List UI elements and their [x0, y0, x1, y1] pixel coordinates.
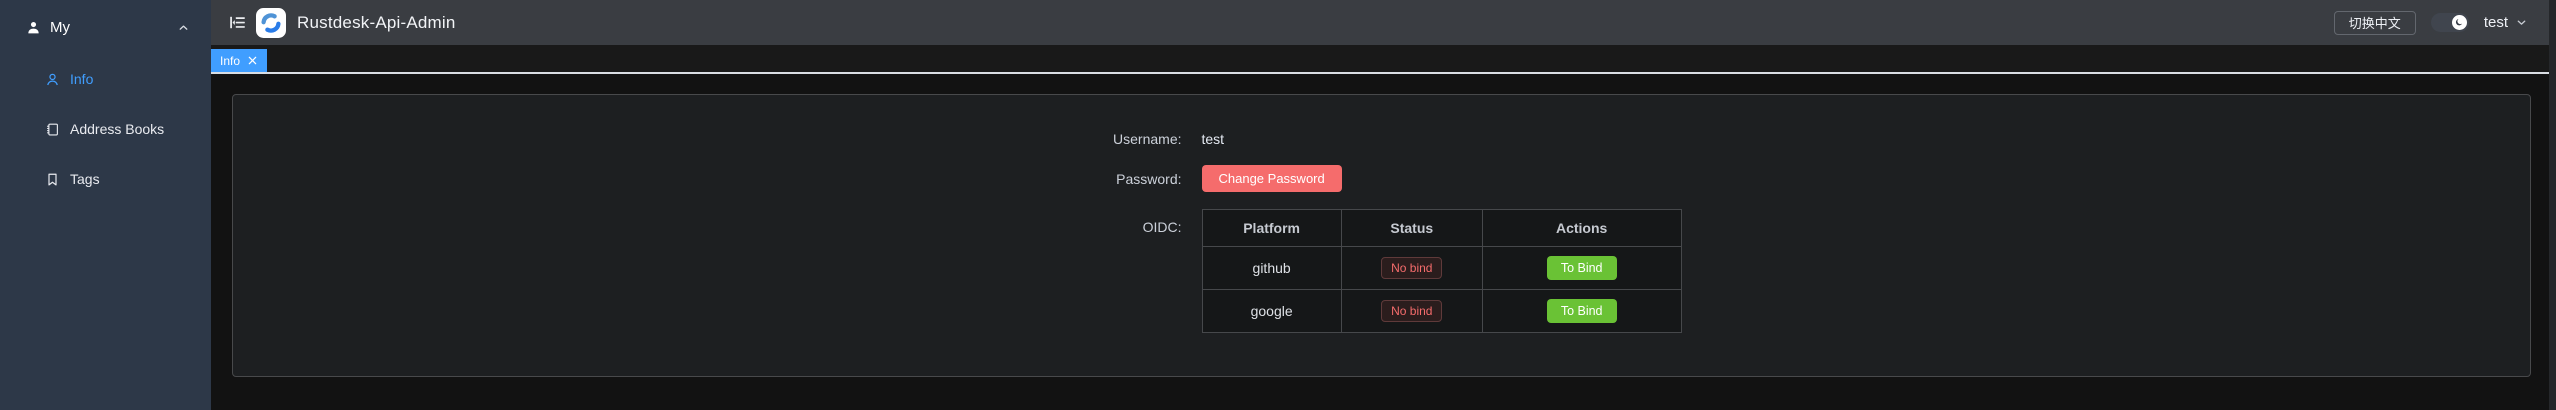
- username-label: Username:: [1082, 123, 1182, 155]
- toggle-thumb: [2452, 15, 2467, 30]
- table-header-actions: Actions: [1482, 210, 1681, 247]
- app-title: Rustdesk-Api-Admin: [297, 13, 456, 33]
- username-row: Username: test: [1082, 123, 1682, 155]
- sidebar-item-info[interactable]: Info: [0, 54, 211, 104]
- username-text: test: [2484, 14, 2508, 31]
- bookmark-icon: [45, 172, 60, 187]
- moon-icon: [2454, 17, 2465, 28]
- table-row-github: github No bind To Bind: [1202, 247, 1681, 290]
- table-header-platform: Platform: [1202, 210, 1341, 247]
- status-badge: No bind: [1381, 257, 1442, 279]
- sidebar-item-tags[interactable]: Tags: [0, 154, 211, 204]
- password-row: Password: Change Password: [1082, 163, 1682, 195]
- oidc-table: Platform Status Actions github No bind: [1202, 209, 1682, 333]
- status-cell: No bind: [1341, 247, 1482, 290]
- notebook-icon: [45, 122, 60, 137]
- actions-cell: To Bind: [1482, 247, 1681, 290]
- user-filled-icon: [26, 20, 41, 35]
- switch-language-button[interactable]: 切换中文: [2334, 11, 2416, 35]
- sidebar-group-my[interactable]: My: [0, 0, 211, 54]
- password-label: Password:: [1082, 163, 1182, 195]
- oidc-label: OIDC:: [1082, 209, 1182, 333]
- status-badge: No bind: [1381, 300, 1442, 322]
- table-header-status: Status: [1341, 210, 1482, 247]
- oidc-table-header-row: Platform Status Actions: [1202, 210, 1681, 247]
- header: Rustdesk-Api-Admin 切换中文 test: [211, 0, 2549, 45]
- table-row-google: google No bind To Bind: [1202, 290, 1681, 333]
- sidebar-group-label: My: [50, 19, 70, 36]
- to-bind-button-github[interactable]: To Bind: [1547, 256, 1617, 280]
- user-outline-icon: [45, 72, 60, 87]
- sidebar-item-label: Tags: [70, 171, 100, 187]
- username-value: test: [1202, 123, 1225, 155]
- fold-menu-icon[interactable]: [228, 13, 247, 32]
- status-cell: No bind: [1341, 290, 1482, 333]
- tab-label: Info: [220, 54, 240, 68]
- main-content: Username: test Password: Change Password…: [211, 74, 2549, 410]
- account-form: Username: test Password: Change Password…: [1082, 123, 1682, 333]
- app-logo-icon: [256, 8, 286, 38]
- platform-cell: github: [1202, 247, 1341, 290]
- chevron-down-icon: [2515, 16, 2528, 29]
- sidebar-item-label: Address Books: [70, 121, 164, 137]
- dark-mode-toggle[interactable]: [2431, 13, 2469, 32]
- tab-close-icon[interactable]: [247, 55, 258, 66]
- platform-cell: google: [1202, 290, 1341, 333]
- to-bind-button-google[interactable]: To Bind: [1547, 299, 1617, 323]
- sidebar-item-label: Info: [70, 71, 93, 87]
- oidc-row: OIDC: Platform Status Actions github: [1082, 209, 1682, 333]
- user-dropdown[interactable]: test: [2484, 14, 2528, 31]
- sidebar: My Info Address Books Tags: [0, 0, 211, 410]
- tab-info[interactable]: Info: [211, 49, 267, 72]
- change-password-button[interactable]: Change Password: [1202, 165, 1342, 192]
- tabs-view-bar: Info: [211, 45, 2549, 74]
- vertical-scrollbar[interactable]: [2549, 0, 2556, 410]
- user-info-card: Username: test Password: Change Password…: [232, 94, 2531, 377]
- sidebar-item-address-books[interactable]: Address Books: [0, 104, 211, 154]
- actions-cell: To Bind: [1482, 290, 1681, 333]
- chevron-up-icon: [177, 21, 190, 34]
- header-right-controls: 切换中文 test: [2334, 11, 2528, 35]
